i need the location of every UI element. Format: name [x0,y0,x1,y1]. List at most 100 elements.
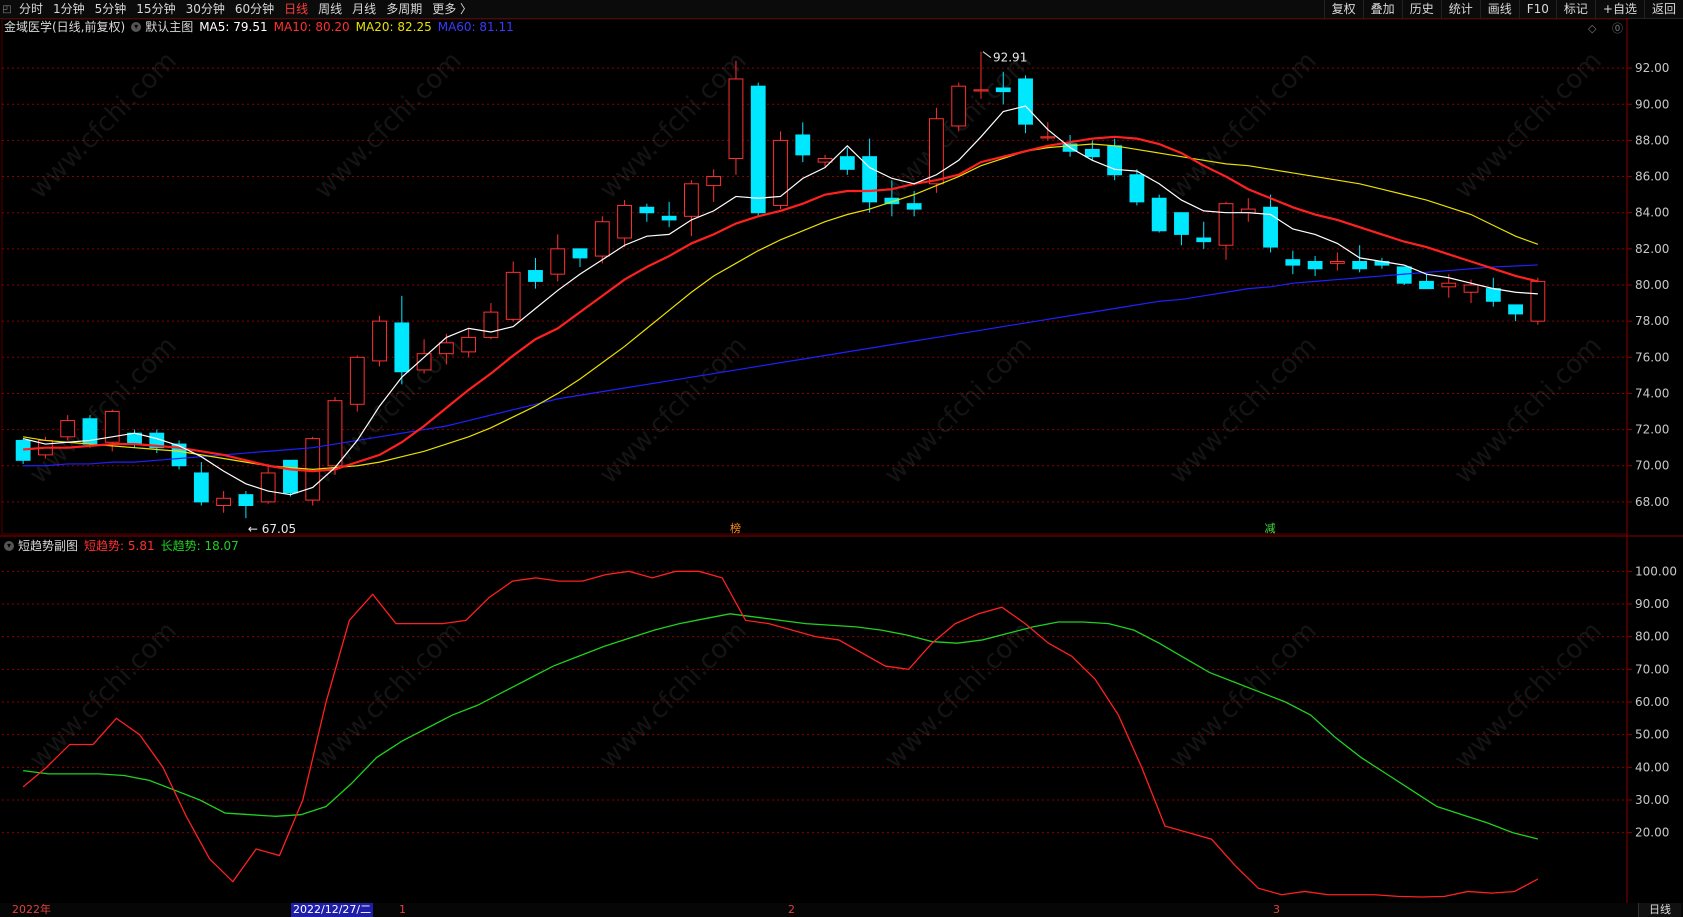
indicator-tick-label: 90.00 [1635,597,1669,611]
price-tick-label: 76.00 [1635,350,1669,364]
candle-body [1285,259,1301,266]
watermark-text: www.cfchi.com [309,46,468,205]
candle-body [238,494,254,507]
watermark-text: www.cfchi.com [1164,46,1323,205]
candle-body [1018,78,1033,125]
low-price-label: ← 67.05 [248,522,296,536]
month-label: 3 [1273,903,1280,916]
candle-body [1463,284,1479,293]
candle-body [283,459,298,494]
indicator-tick-label: 40.00 [1635,760,1669,774]
candle-body [1107,145,1123,176]
candle-body [15,439,31,461]
event-marker: 榜 [730,521,741,535]
period-button[interactable]: 日线 [1638,903,1681,917]
candle-body [349,356,365,405]
candle-body [60,420,76,438]
candle-body [1151,197,1167,232]
price-tick-label: 92.00 [1635,61,1669,75]
price-tick-label: 70.00 [1635,459,1669,473]
cursor-date: 2022/12/27/二 [291,903,374,917]
month-label: 1 [399,903,406,916]
price-tick-label: 72.00 [1635,423,1669,437]
candle-body [639,206,655,214]
candle-body [327,400,343,467]
watermark-text: www.cfchi.com [879,616,1038,775]
candle-body [750,85,766,214]
price-tick-label: 90.00 [1635,97,1669,111]
watermark-text: www.cfchi.com [1164,616,1323,775]
candle-body [1530,280,1546,322]
month-label: 2 [788,903,795,916]
candle-body [817,157,833,163]
indicator-tick-label: 20.00 [1635,826,1669,840]
candle-body [1174,212,1189,235]
candle-body [1218,203,1234,246]
kline-chart[interactable]: 92.00 90.00 88.00 86.00 84.00 82.00 80.00 78.00… [0,0,1683,917]
candle-body [438,342,454,355]
candle-body [795,134,811,156]
candle-body [906,203,922,210]
year-label: 2022年 [12,903,51,916]
candle-body [461,336,477,353]
price-tick-label: 78.00 [1635,314,1669,328]
candle-body [1419,280,1434,290]
candle-body [706,176,722,187]
date-axis [0,903,1683,917]
candle-body [1329,261,1345,264]
candle-body [683,183,699,217]
candle-body [661,215,677,221]
candle-body [951,85,967,127]
price-tick-label: 82.00 [1635,242,1669,256]
watermark-text: www.cfchi.com [1449,616,1608,775]
watermark-text: www.cfchi.com [1449,46,1608,205]
event-marker: 减 [1265,522,1276,535]
price-tick-label: 80.00 [1635,278,1669,292]
candle-body [1307,261,1323,270]
candle-body [995,87,1011,93]
indicator-tick-label: 60.00 [1635,695,1669,709]
candle-body [839,156,855,170]
candle-body [594,221,610,257]
candle-body [1485,288,1501,302]
high-pointer [982,51,992,59]
candle-body [929,118,944,185]
price-tick-label: 86.00 [1635,170,1669,184]
candle-body [728,78,744,159]
candle-body [372,320,387,362]
candle-body [572,248,588,259]
candle-body [1263,206,1278,248]
candle-body [973,89,989,92]
ma60-line [23,264,1538,467]
candle-body [528,270,543,282]
indicator-tick-label: 80.00 [1635,630,1669,644]
candle-body [483,311,499,338]
price-tick-label: 68.00 [1635,495,1669,509]
high-price-label: 92.91 [993,51,1027,65]
candle-body [617,204,632,239]
candle-body [1084,148,1100,158]
candle-body [216,497,232,507]
candle-body [260,472,276,503]
candle-body [394,322,410,373]
candle-body [505,271,521,320]
candle-body [1129,174,1145,203]
watermark-layer: www.cfchi.com www.cfchi.com www.cfchi.com w… [24,46,1608,775]
price-tick-label: 84.00 [1635,206,1669,220]
candle-body [550,248,566,275]
watermark-text: www.cfchi.com [24,616,183,775]
candle-body [1196,237,1212,243]
watermark-text: www.cfchi.com [24,46,183,205]
watermark-text: www.cfchi.com [594,616,753,775]
indicator-tick-label: 100.00 [1635,564,1677,578]
main-panel-frame [1,18,1628,535]
indicator-tick-label: 50.00 [1635,728,1669,742]
indicator-tick-label: 70.00 [1635,662,1669,676]
candle-body [1040,136,1056,139]
price-tick-label: 88.00 [1635,133,1669,147]
watermark-text: www.cfchi.com [309,616,468,775]
indicator-tick-label: 30.00 [1635,793,1669,807]
candle-body [1441,282,1457,288]
candle-body [1508,304,1523,315]
price-tick-label: 74.00 [1635,386,1669,400]
